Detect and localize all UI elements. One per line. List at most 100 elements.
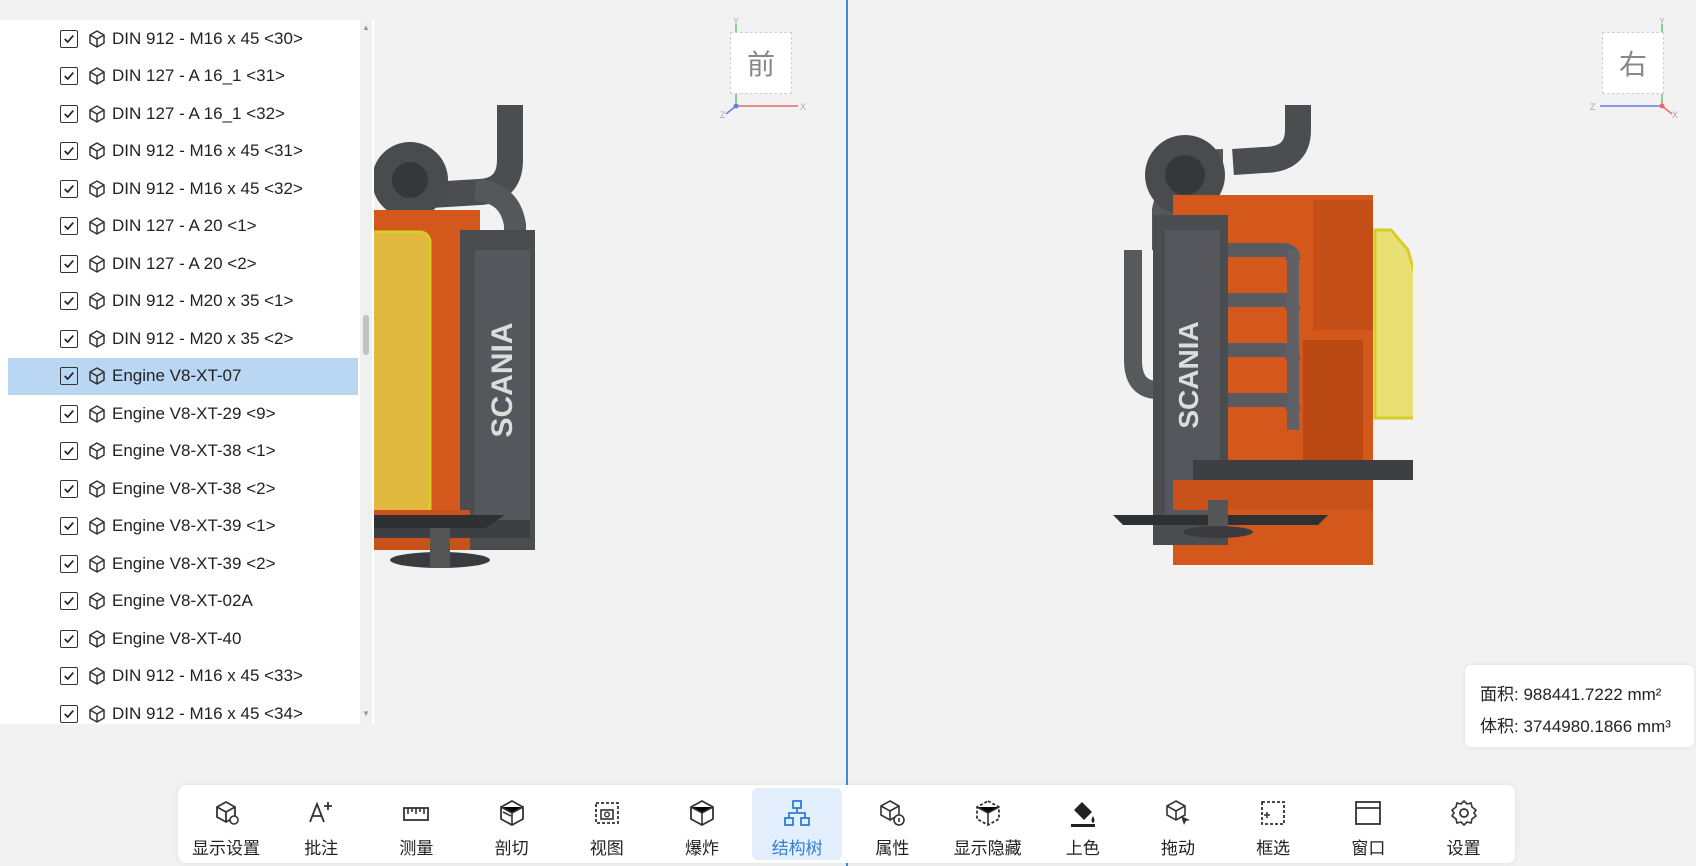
tree-node[interactable]: DIN 127 - A 16_1 <32> — [8, 95, 358, 133]
visibility-checkbox[interactable] — [60, 104, 78, 123]
part-cube-icon — [87, 704, 107, 724]
visibility-checkbox[interactable] — [60, 404, 78, 423]
tree-node[interactable]: DIN 912 - M16 x 45 <31> — [8, 133, 358, 171]
tree-scrollbar[interactable] — [360, 20, 372, 724]
tree-node[interactable]: Engine V8-XT-02A — [8, 583, 358, 621]
view-cube-face-label[interactable]: 前 — [730, 32, 792, 94]
visibility-checkbox[interactable] — [60, 667, 78, 686]
area-label: 面积: — [1480, 685, 1519, 704]
toolbar-label: 爆炸 — [685, 839, 719, 858]
visibility-checkbox[interactable] — [60, 367, 78, 386]
view-cube-right[interactable]: Y Z X 右 — [1590, 18, 1680, 118]
visibility-checkbox[interactable] — [60, 29, 78, 48]
tree-node[interactable]: Engine V8-XT-40 — [8, 620, 358, 658]
toolbar-button-settings-gear[interactable]: 设置 — [1419, 788, 1509, 860]
visibility-checkbox[interactable] — [60, 592, 78, 611]
visibility-checkbox[interactable] — [60, 67, 78, 86]
part-cube-icon — [87, 554, 107, 574]
toolbar-button-show-hide[interactable]: 显示隐藏 — [943, 788, 1033, 860]
toolbar-button-window[interactable]: 窗口 — [1323, 788, 1413, 860]
view-cube-face-label[interactable]: 右 — [1602, 32, 1664, 94]
visibility-checkbox[interactable] — [60, 479, 78, 498]
tree-node-label: DIN 912 - M16 x 45 <32> — [112, 178, 303, 198]
tree-node[interactable]: Engine V8-XT-38 <2> — [8, 470, 358, 508]
toolbar-button-view-camera[interactable]: 视图 — [562, 788, 652, 860]
tree-node[interactable]: Engine V8-XT-29 <9> — [8, 395, 358, 433]
visibility-checkbox[interactable] — [60, 179, 78, 198]
toolbar-button-paint-bucket[interactable]: 上色 — [1038, 788, 1128, 860]
tree-node-label: Engine V8-XT-29 <9> — [112, 403, 276, 423]
tree-node[interactable]: DIN 912 - M20 x 35 <1> — [8, 283, 358, 321]
visibility-checkbox[interactable] — [60, 704, 78, 723]
structure-tree-panel[interactable]: DIN 912 - M16 x 45 <30> DIN 127 - A 16_1 … — [0, 20, 374, 724]
visibility-checkbox[interactable] — [60, 554, 78, 573]
tree-node[interactable]: DIN 912 - M16 x 45 <32> — [8, 170, 358, 208]
brand-text: SCANIA — [1173, 321, 1204, 428]
bottom-toolbar: 显示设置 批注 测量 剖切 视图 爆炸 结构树 属性 显示隐藏 上色 拖动 框选 窗口 设置 — [178, 785, 1515, 863]
svg-text:Y: Y — [733, 18, 739, 26]
tree-node-label: DIN 127 - A 16_1 <32> — [112, 103, 285, 123]
toolbar-button-ruler[interactable]: 测量 — [371, 788, 461, 860]
tree-node-label: DIN 912 - M20 x 35 <1> — [112, 291, 294, 311]
tree-node[interactable]: DIN 912 - M16 x 45 <33> — [8, 658, 358, 696]
tree-node-label: Engine V8-XT-40 — [112, 628, 242, 648]
visibility-checkbox[interactable] — [60, 292, 78, 311]
svg-text:X: X — [800, 102, 806, 112]
scroll-up-icon[interactable]: ▲ — [362, 24, 370, 32]
toolbar-button-display-settings[interactable]: 显示设置 — [181, 788, 271, 860]
tree-node[interactable]: DIN 912 - M16 x 45 <34> — [8, 695, 358, 724]
tree-node[interactable]: DIN 127 - A 20 <2> — [8, 245, 358, 283]
visibility-checkbox[interactable] — [60, 217, 78, 236]
scroll-down-icon[interactable]: ▼ — [362, 710, 370, 718]
paint-bucket-icon — [1070, 802, 1095, 827]
toolbar-button-structure-tree[interactable]: 结构树 — [752, 788, 843, 860]
part-cube-icon — [87, 366, 107, 386]
tree-node[interactable]: Engine V8-XT-38 <1> — [8, 433, 358, 471]
tree-node[interactable]: DIN 912 - M16 x 45 <30> — [8, 20, 358, 58]
tree-node-label: Engine V8-XT-07 — [112, 366, 242, 386]
tree-node-label: DIN 912 - M16 x 45 <30> — [112, 28, 303, 48]
tree-node-label: Engine V8-XT-38 <1> — [112, 441, 276, 461]
view-cube-front[interactable]: Y X Z 前 — [718, 18, 808, 118]
toolbar-label: 结构树 — [771, 839, 823, 858]
tree-node[interactable]: DIN 127 - A 20 <1> — [8, 208, 358, 246]
show-hide-icon — [975, 799, 1000, 827]
visibility-checkbox[interactable] — [60, 629, 78, 648]
part-cube-icon — [87, 104, 107, 124]
tree-node-label: Engine V8-XT-39 <2> — [112, 553, 276, 573]
tree-node[interactable]: DIN 127 - A 16_1 <31> — [8, 58, 358, 96]
toolbar-label: 属性 — [875, 839, 910, 858]
tree-node-label: DIN 127 - A 20 <1> — [112, 216, 257, 236]
toolbar-label: 测量 — [399, 839, 434, 858]
toolbar-button-properties[interactable]: 属性 — [847, 788, 937, 860]
visibility-checkbox[interactable] — [60, 517, 78, 536]
toolbar-button-box-select[interactable]: 框选 — [1228, 788, 1318, 860]
part-cube-icon — [87, 629, 107, 649]
engine-right-model[interactable]: SCANIA — [1113, 100, 1413, 590]
visibility-checkbox[interactable] — [60, 442, 78, 461]
visibility-checkbox[interactable] — [60, 142, 78, 161]
toolbar-label: 框选 — [1256, 839, 1291, 858]
area-readout: 面积: 988441.7222 mm² — [1480, 680, 1661, 705]
toolbar-button-drag[interactable]: 拖动 — [1133, 788, 1223, 860]
part-cube-icon — [87, 179, 107, 199]
structure-tree-icon — [784, 800, 811, 826]
tree-scrollbar-thumb[interactable] — [363, 315, 369, 355]
part-cube-icon — [87, 29, 107, 49]
toolbar-button-annotation[interactable]: 批注 — [276, 788, 366, 860]
tree-node[interactable]: Engine V8-XT-07 — [8, 357, 358, 395]
window-icon — [1355, 801, 1382, 825]
part-cube-icon — [87, 404, 107, 424]
part-cube-icon — [87, 329, 107, 349]
part-cube-icon — [87, 516, 107, 536]
toolbar-button-explode[interactable]: 爆炸 — [657, 788, 747, 860]
measurement-info-panel: 面积: 988441.7222 mm² 体积: 3744980.1866 mm³ — [1465, 665, 1694, 747]
tree-node[interactable]: Engine V8-XT-39 <2> — [8, 545, 358, 583]
toolbar-button-section-cut[interactable]: 剖切 — [467, 788, 557, 860]
tree-node[interactable]: DIN 912 - M20 x 35 <2> — [8, 320, 358, 358]
part-cube-icon — [87, 141, 107, 161]
visibility-checkbox[interactable] — [60, 254, 78, 273]
tree-node[interactable]: Engine V8-XT-39 <1> — [8, 508, 358, 546]
structure-tree-list[interactable]: DIN 912 - M16 x 45 <30> DIN 127 - A 16_1 … — [8, 20, 358, 724]
visibility-checkbox[interactable] — [60, 329, 78, 348]
